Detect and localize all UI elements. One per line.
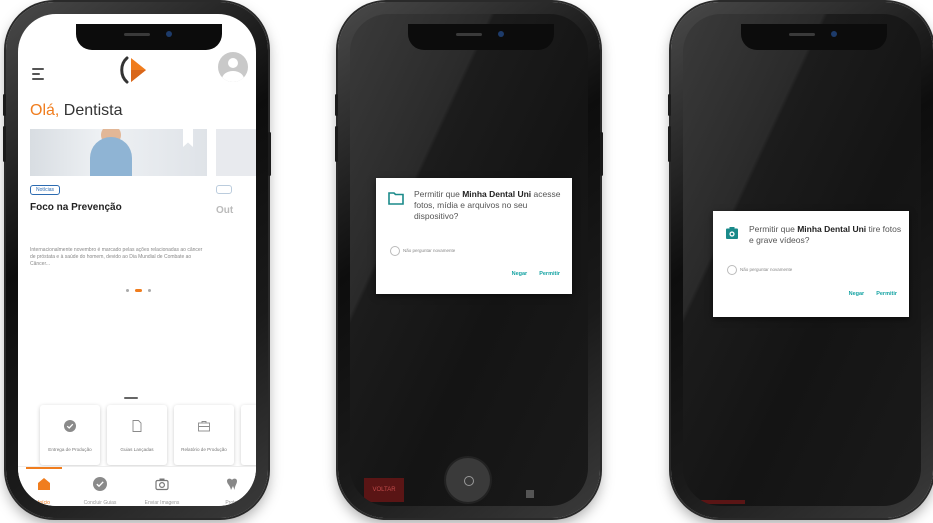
news-tag: Notícias <box>30 185 61 195</box>
home-button[interactable] <box>446 458 490 502</box>
folder-icon <box>388 192 404 205</box>
dialog-actions: Negar Permitir <box>837 291 897 297</box>
dont-ask-checkbox[interactable]: Não perguntar novamente <box>390 246 455 256</box>
nav-protet[interactable]: Protet <box>210 467 254 506</box>
hamburger-icon[interactable] <box>32 68 44 83</box>
check-circle-icon <box>64 420 76 432</box>
allow-button[interactable]: Permitir <box>876 291 897 297</box>
briefcase-icon <box>198 421 210 432</box>
camera-permission-dialog: Permitir que Minha Dental Uni tire fotos… <box>713 211 909 317</box>
carousel-dots[interactable] <box>123 282 154 300</box>
nav-enviar-imagens[interactable]: Enviar Imagens <box>140 467 184 506</box>
phone-camera-permission: Permitir que Minha Dental Uni tire fotos… <box>668 2 933 518</box>
check-circle-icon <box>93 477 107 491</box>
nav-concluir-guias[interactable]: Concluir Guias <box>78 467 122 506</box>
files-permission-screen: Permitir que Minha Dental Uni acesse fot… <box>350 14 588 506</box>
tile-entrega-producao[interactable]: Entrega de Produção <box>40 405 100 465</box>
bottom-nav: Início Concluir Guias Enviar Imagens Pro… <box>18 466 256 506</box>
news-title: Foco na Prevenção <box>30 202 122 213</box>
notch <box>76 24 222 50</box>
greeting-name: Dentista <box>63 102 123 119</box>
tooth-icon <box>227 478 237 490</box>
back-button-edge <box>701 500 745 504</box>
bookmark-icon[interactable] <box>183 129 193 147</box>
news-card[interactable]: Notícias Foco na Prevenção Internacional… <box>30 129 207 268</box>
camera-icon <box>155 478 169 491</box>
camera-permission-screen: Permitir que Minha Dental Uni tire fotos… <box>683 14 921 506</box>
files-permission-dialog: Permitir que Minha Dental Uni acesse fot… <box>376 178 572 294</box>
app-header <box>18 48 256 98</box>
brand-logo <box>120 56 146 84</box>
dialog-actions: Negar Permitir <box>500 271 560 277</box>
camera-icon <box>726 227 738 239</box>
phone-home: Olá, Dentista Notícias Foco na Prevenção… <box>3 2 271 518</box>
home-screen: Olá, Dentista Notícias Foco na Prevenção… <box>18 14 256 506</box>
home-icon <box>38 478 50 490</box>
deny-button[interactable]: Negar <box>849 291 865 297</box>
greeting: Olá, Dentista <box>30 102 123 119</box>
drawer-handle[interactable] <box>124 397 138 399</box>
user-avatar-icon[interactable] <box>218 52 248 82</box>
deny-button[interactable]: Negar <box>512 271 528 277</box>
phone-files-permission: Permitir que Minha Dental Uni acesse fot… <box>335 2 603 518</box>
recents-icon[interactable] <box>526 490 534 498</box>
news-image <box>30 129 207 176</box>
allow-button[interactable]: Permitir <box>539 271 560 277</box>
nav-inicio[interactable]: Início <box>22 467 66 506</box>
dialog-message: Permitir que Minha Dental Uni tire fotos… <box>749 224 902 245</box>
news-card-next[interactable]: Out <box>216 129 256 216</box>
notch <box>408 24 554 50</box>
tile-relatorio-producao[interactable]: Relatório de Produção <box>174 405 234 465</box>
news-body: Internacionalmente novembro é marcado pe… <box>30 247 203 267</box>
tile-guias-lancadas[interactable]: Guias Lançadas <box>107 405 167 465</box>
dialog-message: Permitir que Minha Dental Uni acesse fot… <box>414 189 561 221</box>
notch <box>741 24 887 50</box>
document-icon <box>132 420 142 432</box>
dont-ask-checkbox[interactable]: Não perguntar novamente <box>727 265 792 275</box>
back-button[interactable]: VOLTAR <box>364 478 404 502</box>
